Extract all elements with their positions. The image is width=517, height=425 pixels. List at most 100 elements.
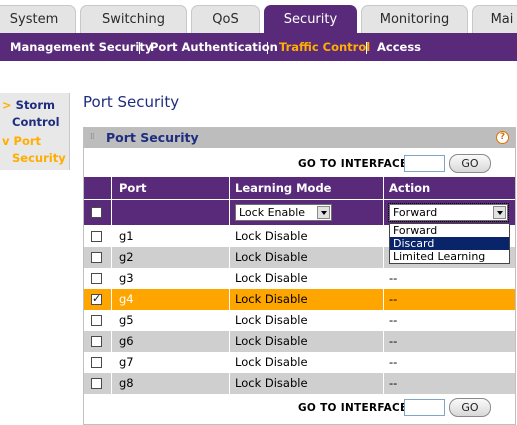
goto-interface-label: GO TO INTERFACE [298,402,408,414]
column-divider [111,177,112,199]
menu-item-label: Control [12,115,60,129]
port-cell: g2 [119,250,134,264]
subnav-divider [366,42,367,54]
row-checkbox[interactable] [91,273,102,284]
row-checkbox[interactable] [91,315,102,326]
port-cell: g6 [119,334,134,348]
row-checkbox[interactable] [91,336,102,347]
go-button[interactable]: GO [449,398,491,417]
column-divider [383,177,384,199]
learning-mode-cell: Lock Disable [235,229,308,243]
tab-system[interactable]: System [0,5,76,33]
column-divider [229,310,230,331]
action-cell: -- [389,355,398,369]
table-row: g6 Lock Disable -- [84,331,515,352]
menu-item-label: Storm [15,98,55,112]
edit-row: Lock Enable Forward [84,200,515,225]
page-title: Port Security [83,93,180,111]
table-header: Port Learning Mode Action [84,177,515,199]
column-divider [229,289,230,310]
row-checkbox[interactable] [91,378,102,389]
chevron-right-icon: > [2,98,12,112]
port-cell: g7 [119,355,134,369]
top-tab-bar: System Switching QoS Security Monitoring… [0,0,517,33]
column-divider [229,331,230,352]
port-cell: g3 [119,271,134,285]
left-menu: > Storm Control v Port Security [0,93,70,170]
action-cell: -- [389,334,398,348]
chevron-down-icon [317,206,330,219]
goto-interface-top: GO TO INTERFACE GO [84,154,515,175]
column-divider [111,373,112,394]
column-divider [229,177,230,199]
action-option-discard[interactable]: Discard [390,237,509,250]
column-divider [229,200,230,225]
tab-maintenance[interactable]: Mai [472,5,517,33]
column-divider [383,226,384,247]
row-checkbox[interactable] [91,357,102,368]
column-divider [229,268,230,289]
learning-mode-cell: Lock Disable [235,271,308,285]
column-divider [229,247,230,268]
column-divider [229,373,230,394]
select-all-checkbox[interactable] [91,207,102,218]
port-cell: g4 [119,292,134,306]
column-divider [111,289,112,310]
learning-mode-selected: Lock Enable [239,206,306,219]
column-divider [229,226,230,247]
drag-grip-icon: ⁞⁞ [90,132,95,142]
goto-interface-input[interactable] [404,399,445,416]
subnav-management-security[interactable]: Management Security [10,33,152,61]
menu-item-port-security[interactable]: v Port Security [2,133,66,167]
panel-title: Port Security [106,130,199,145]
action-cell: -- [389,271,398,285]
column-divider [111,268,112,289]
column-divider [383,373,384,394]
learning-mode-cell: Lock Disable [235,250,308,264]
menu-item-label: Security [12,151,66,165]
menu-item-storm-control[interactable]: > Storm Control [2,97,60,131]
go-button[interactable]: GO [449,154,491,173]
help-icon[interactable]: ? [496,131,509,144]
learning-mode-cell: Lock Disable [235,313,308,327]
action-option-limited-learning[interactable]: Limited Learning [390,250,509,263]
tab-qos[interactable]: QoS [191,5,260,33]
column-divider [383,289,384,310]
subnav-port-authentication[interactable]: Port Authentication [150,33,278,61]
column-header-port: Port [119,181,147,195]
goto-interface-bottom: GO TO INTERFACE GO [84,398,515,419]
tab-switching[interactable]: Switching [80,5,187,33]
column-divider [229,352,230,373]
goto-interface-input[interactable] [404,155,445,172]
chevron-down-icon: v [2,134,10,148]
column-divider [383,200,384,225]
column-divider [111,310,112,331]
port-cell: g1 [119,229,134,243]
learning-mode-cell: Lock Disable [235,355,308,369]
column-divider [111,352,112,373]
table-row: g8 Lock Disable -- [84,373,515,394]
action-select[interactable]: Forward [388,203,509,222]
column-divider [383,268,384,289]
port-cell: g5 [119,313,134,327]
column-header-learning-mode: Learning Mode [235,181,332,195]
subnav-traffic-control[interactable]: Traffic Control [279,33,370,61]
learning-mode-cell: Lock Disable [235,376,308,390]
learning-mode-cell: Lock Disable [235,292,308,306]
table-row: g7 Lock Disable -- [84,352,515,373]
table-row-selected: g4 Lock Disable -- [84,289,515,310]
column-divider [383,331,384,352]
action-cell: -- [389,292,398,306]
subnav-access[interactable]: Access [377,33,421,61]
action-option-forward[interactable]: Forward [390,224,509,237]
action-dropdown-list: Forward Discard Limited Learning [389,223,510,264]
tab-monitoring[interactable]: Monitoring [361,5,468,33]
action-cell: -- [389,313,398,327]
tab-security[interactable]: Security [264,5,357,33]
row-checkbox[interactable] [91,292,102,305]
learning-mode-select[interactable]: Lock Enable [235,204,332,221]
goto-interface-label: GO TO INTERFACE [298,158,408,170]
column-divider [383,310,384,331]
row-checkbox[interactable] [91,252,102,263]
row-checkbox[interactable] [91,231,102,242]
